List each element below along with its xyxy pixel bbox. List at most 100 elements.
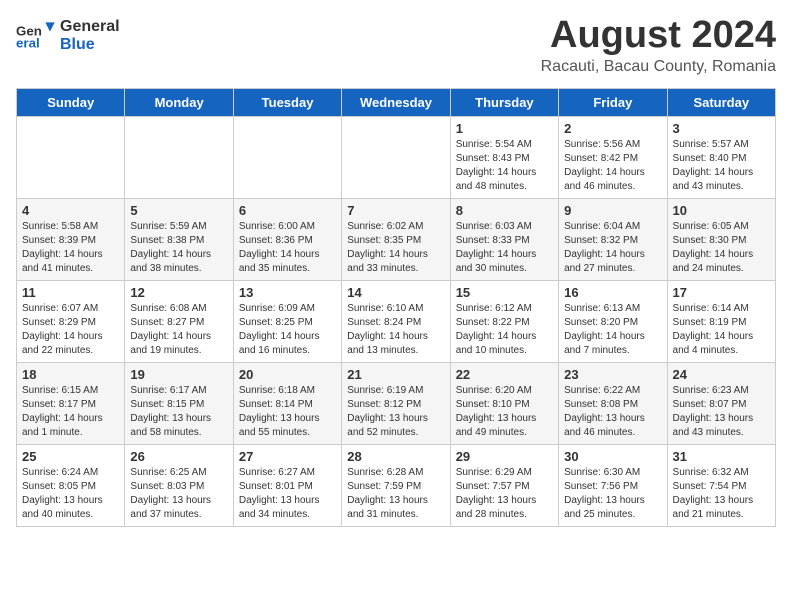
day-number: 21: [347, 367, 444, 382]
calendar-cell: [17, 117, 125, 199]
day-info: Sunrise: 5:59 AM Sunset: 8:38 PM Dayligh…: [130, 220, 227, 276]
day-info: Sunrise: 6:03 AM Sunset: 8:33 PM Dayligh…: [456, 220, 553, 276]
day-number: 29: [456, 449, 553, 464]
day-number: 23: [564, 367, 661, 382]
day-info: Sunrise: 6:05 AM Sunset: 8:30 PM Dayligh…: [673, 220, 770, 276]
day-number: 6: [239, 203, 336, 218]
month-year: August 2024: [541, 16, 776, 54]
day-info: Sunrise: 6:27 AM Sunset: 8:01 PM Dayligh…: [239, 466, 336, 522]
day-info: Sunrise: 6:13 AM Sunset: 8:20 PM Dayligh…: [564, 302, 661, 358]
calendar-cell: 30 Sunrise: 6:30 AM Sunset: 7:56 PM Dayli…: [559, 445, 667, 527]
day-number: 9: [564, 203, 661, 218]
calendar-cell: 11Sunrise: 6:07 AM Sunset: 8:29 PM Dayli…: [17, 281, 125, 363]
day-number: 8: [456, 203, 553, 218]
logo-name: General Blue: [60, 18, 120, 53]
day-number: 5: [130, 203, 227, 218]
weekday-header-thursday: Thursday: [450, 89, 558, 117]
weekday-header-row: SundayMondayTuesdayWednesdayThursdayFrid…: [17, 89, 776, 117]
day-info: Sunrise: 6:20 AM Sunset: 8:10 PM Dayligh…: [456, 384, 553, 440]
calendar-cell: 2 Sunrise: 5:56 AM Sunset: 8:42 PM Daylig…: [559, 117, 667, 199]
calendar-cell: 17Sunrise: 6:14 AM Sunset: 8:19 PM Dayli…: [667, 281, 775, 363]
calendar-cell: 6 Sunrise: 6:00 AM Sunset: 8:36 PM Daylig…: [233, 199, 341, 281]
weekday-header-wednesday: Wednesday: [342, 89, 450, 117]
weekday-header-sunday: Sunday: [17, 89, 125, 117]
day-number: 7: [347, 203, 444, 218]
calendar-cell: 3 Sunrise: 5:57 AM Sunset: 8:40 PM Daylig…: [667, 117, 775, 199]
day-info: Sunrise: 6:12 AM Sunset: 8:22 PM Dayligh…: [456, 302, 553, 358]
weekday-header-saturday: Saturday: [667, 89, 775, 117]
day-info: Sunrise: 5:56 AM Sunset: 8:42 PM Dayligh…: [564, 138, 661, 194]
title-section: August 2024 Racauti, Bacau County, Roman…: [541, 16, 776, 76]
logo: Gen eral General Blue: [16, 16, 120, 56]
day-number: 14: [347, 285, 444, 300]
calendar-week-row: 4 Sunrise: 5:58 AM Sunset: 8:39 PM Daylig…: [17, 199, 776, 281]
calendar-cell: 29 Sunrise: 6:29 AM Sunset: 7:57 PM Dayli…: [450, 445, 558, 527]
day-info: Sunrise: 6:23 AM Sunset: 8:07 PM Dayligh…: [673, 384, 770, 440]
day-number: 10: [673, 203, 770, 218]
day-info: Sunrise: 5:57 AM Sunset: 8:40 PM Dayligh…: [673, 138, 770, 194]
calendar-cell: 16Sunrise: 6:13 AM Sunset: 8:20 PM Dayli…: [559, 281, 667, 363]
day-number: 19: [130, 367, 227, 382]
day-info: Sunrise: 6:24 AM Sunset: 8:05 PM Dayligh…: [22, 466, 119, 522]
calendar-cell: [125, 117, 233, 199]
day-number: 22: [456, 367, 553, 382]
logo-blue: Blue: [60, 36, 120, 54]
logo-svg: Gen eral: [16, 16, 56, 56]
day-info: Sunrise: 6:17 AM Sunset: 8:15 PM Dayligh…: [130, 384, 227, 440]
day-info: Sunrise: 6:18 AM Sunset: 8:14 PM Dayligh…: [239, 384, 336, 440]
calendar-cell: 22 Sunrise: 6:20 AM Sunset: 8:10 PM Dayli…: [450, 363, 558, 445]
day-number: 2: [564, 121, 661, 136]
day-info: Sunrise: 6:29 AM Sunset: 7:57 PM Dayligh…: [456, 466, 553, 522]
day-info: Sunrise: 6:00 AM Sunset: 8:36 PM Dayligh…: [239, 220, 336, 276]
day-number: 27: [239, 449, 336, 464]
calendar-cell: 25 Sunrise: 6:24 AM Sunset: 8:05 PM Dayli…: [17, 445, 125, 527]
calendar-cell: 27 Sunrise: 6:27 AM Sunset: 8:01 PM Dayli…: [233, 445, 341, 527]
calendar-cell: 13Sunrise: 6:09 AM Sunset: 8:25 PM Dayli…: [233, 281, 341, 363]
weekday-header-tuesday: Tuesday: [233, 89, 341, 117]
calendar-cell: 7 Sunrise: 6:02 AM Sunset: 8:35 PM Daylig…: [342, 199, 450, 281]
day-info: Sunrise: 6:19 AM Sunset: 8:12 PM Dayligh…: [347, 384, 444, 440]
calendar-cell: 19 Sunrise: 6:17 AM Sunset: 8:15 PM Dayli…: [125, 363, 233, 445]
calendar-cell: 9 Sunrise: 6:04 AM Sunset: 8:32 PM Daylig…: [559, 199, 667, 281]
calendar-cell: 12 Sunrise: 6:08 AM Sunset: 8:27 PM Dayli…: [125, 281, 233, 363]
day-info: Sunrise: 5:54 AM Sunset: 8:43 PM Dayligh…: [456, 138, 553, 194]
day-info: Sunrise: 6:32 AM Sunset: 7:54 PM Dayligh…: [673, 466, 770, 522]
day-number: 15: [456, 285, 553, 300]
day-number: 20: [239, 367, 336, 382]
calendar-cell: 1 Sunrise: 5:54 AM Sunset: 8:43 PM Daylig…: [450, 117, 558, 199]
day-info: Sunrise: 6:09 AM Sunset: 8:25 PM Dayligh…: [239, 302, 336, 358]
day-number: 3: [673, 121, 770, 136]
calendar-cell: 15 Sunrise: 6:12 AM Sunset: 8:22 PM Dayli…: [450, 281, 558, 363]
day-info: Sunrise: 6:22 AM Sunset: 8:08 PM Dayligh…: [564, 384, 661, 440]
day-number: 1: [456, 121, 553, 136]
calendar-cell: 21 Sunrise: 6:19 AM Sunset: 8:12 PM Dayli…: [342, 363, 450, 445]
day-number: 18: [22, 367, 119, 382]
header: Gen eral General Blue August 2024 Racaut…: [16, 16, 776, 76]
calendar-table: SundayMondayTuesdayWednesdayThursdayFrid…: [16, 88, 776, 527]
day-info: Sunrise: 6:25 AM Sunset: 8:03 PM Dayligh…: [130, 466, 227, 522]
calendar-week-row: 11Sunrise: 6:07 AM Sunset: 8:29 PM Dayli…: [17, 281, 776, 363]
day-info: Sunrise: 6:14 AM Sunset: 8:19 PM Dayligh…: [673, 302, 770, 358]
calendar-cell: 31 Sunrise: 6:32 AM Sunset: 7:54 PM Dayli…: [667, 445, 775, 527]
day-info: Sunrise: 6:08 AM Sunset: 8:27 PM Dayligh…: [130, 302, 227, 358]
day-info: Sunrise: 6:30 AM Sunset: 7:56 PM Dayligh…: [564, 466, 661, 522]
day-info: Sunrise: 6:04 AM Sunset: 8:32 PM Dayligh…: [564, 220, 661, 276]
day-number: 11: [22, 285, 119, 300]
calendar-cell: 14Sunrise: 6:10 AM Sunset: 8:24 PM Dayli…: [342, 281, 450, 363]
day-info: Sunrise: 6:15 AM Sunset: 8:17 PM Dayligh…: [22, 384, 119, 440]
day-number: 31: [673, 449, 770, 464]
calendar-cell: 8 Sunrise: 6:03 AM Sunset: 8:33 PM Daylig…: [450, 199, 558, 281]
calendar-cell: [342, 117, 450, 199]
calendar-cell: 5 Sunrise: 5:59 AM Sunset: 8:38 PM Daylig…: [125, 199, 233, 281]
day-info: Sunrise: 5:58 AM Sunset: 8:39 PM Dayligh…: [22, 220, 119, 276]
day-number: 12: [130, 285, 227, 300]
day-info: Sunrise: 6:02 AM Sunset: 8:35 PM Dayligh…: [347, 220, 444, 276]
day-number: 4: [22, 203, 119, 218]
day-number: 28: [347, 449, 444, 464]
day-number: 25: [22, 449, 119, 464]
day-number: 30: [564, 449, 661, 464]
calendar-week-row: 25 Sunrise: 6:24 AM Sunset: 8:05 PM Dayli…: [17, 445, 776, 527]
day-number: 24: [673, 367, 770, 382]
calendar-cell: 20 Sunrise: 6:18 AM Sunset: 8:14 PM Dayli…: [233, 363, 341, 445]
calendar-week-row: 18 Sunrise: 6:15 AM Sunset: 8:17 PM Dayli…: [17, 363, 776, 445]
